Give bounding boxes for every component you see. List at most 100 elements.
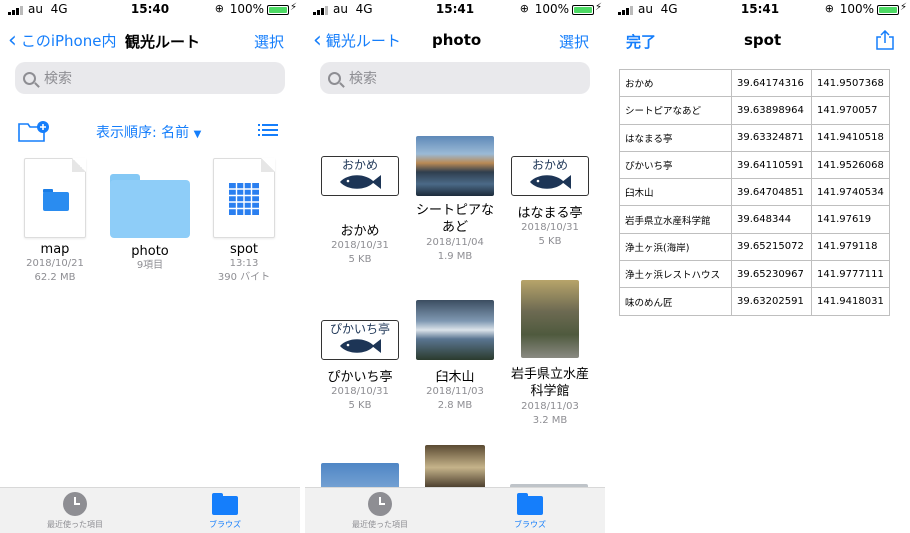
share-icon[interactable] [876,30,894,50]
tab-browse[interactable]: ブラウズ [175,492,275,530]
file-size: 390 バイト [217,272,271,283]
file-item-map[interactable]: map 2018/10/21 62.2 MB [5,158,105,285]
file-name: シートピアな あど [415,203,494,235]
latitude-cell: 39.63324871 [731,123,812,152]
tab-label: ブラウズ [514,520,546,529]
chevron-left-icon: ‹ [313,27,322,53]
longitude-cell: 141.979118 [811,232,890,262]
fish-card-thumbnail: おかめ [321,156,399,196]
search-icon [328,71,341,85]
latitude-cell: 39.65230967 [731,260,812,289]
folder-icon [110,174,190,238]
tab-recents[interactable]: 最近使った項目 [330,492,430,530]
status-bar: au 4G 15:40 ⊕ 100% ⚡ [0,0,300,20]
select-button[interactable]: 選択 [254,31,284,52]
file-date: 13:13 [229,258,259,269]
spot-preview-panel: au 4G 15:41 ⊕ 100% ⚡ 完了 spot おかめ 39.64174… [610,0,910,533]
fish-card-thumbnail: ぴかいち亭 [321,320,399,360]
tab-recents[interactable]: 最近使った項目 [25,492,125,530]
search-input[interactable]: 検索 [320,62,590,94]
new-folder-icon[interactable] [18,120,50,142]
file-item-suisan-kagakukan[interactable]: 岩手県立水産 科学館 2018/11/03 3.2 MB [500,280,600,428]
spot-name-cell: はなまる亭 [619,123,732,152]
rotation-lock-icon: ⊕ [519,2,529,15]
battery-percent: 100% [229,2,264,16]
item-count: 9項目 [136,260,164,271]
file-size: 1.9 MB [437,251,473,262]
battery-icon [877,5,899,15]
file-name: map [40,242,70,257]
file-item-spot[interactable]: spot 13:13 390 バイト [194,158,294,285]
longitude-cell: 141.9410518 [811,123,890,152]
spot-name-cell: おかめ [619,68,732,98]
file-size: 2.8 MB [437,400,473,411]
latitude-cell: 39.63898964 [731,96,812,125]
spreadsheet-icon [229,183,259,215]
file-name: おかめ [340,224,380,239]
tab-label: ブラウズ [209,520,241,529]
longitude-cell: 141.9507368 [811,68,890,98]
document-thumbnail [24,158,86,238]
file-date: 2018/10/31 [331,240,389,251]
nav-bar: 完了 spot [610,26,910,56]
file-date: 2018/11/03 [426,386,484,397]
table-row: ぴかいち亭 39.64110591 141.9526068 [619,150,890,180]
select-button[interactable]: 選択 [559,31,589,52]
table-row: 岩手県立水産科学館 39.648344 141.97619 [619,205,890,234]
tab-label: 最近使った項目 [47,520,103,529]
search-icon [23,71,36,85]
back-label: 観光ルート [325,32,401,50]
file-date: 2018/10/21 [26,258,84,269]
file-item-seatopia[interactable]: シートピアな あど 2018/11/04 1.9 MB [405,136,505,264]
toolbar: 表示順序: 名前 ▼ [0,118,300,142]
longitude-cell: 141.9418031 [811,287,890,316]
search-placeholder: 検索 [44,71,72,87]
battery-percent: 100% [839,2,874,16]
table-row: 臼木山 39.64704851 141.9740534 [619,178,890,207]
file-size: 5 KB [348,400,372,411]
charging-icon: ⚡ [594,2,602,13]
folder-icon [212,493,238,515]
rotation-lock-icon: ⊕ [214,2,224,15]
battery-icon [267,5,289,15]
table-row: 味のめん匠 39.63202591 141.9418031 [619,287,890,316]
file-name: ぴかいち亭 [327,370,393,385]
fish-icon [340,175,381,189]
tab-label: 最近使った項目 [352,520,408,529]
file-item-usukiyama[interactable]: 臼木山 2018/11/03 2.8 MB [405,300,505,413]
chevron-left-icon: ‹ [8,27,17,53]
back-label: このiPhone内 [20,32,117,50]
table-row: おかめ 39.64174316 141.9507368 [619,68,890,98]
longitude-cell: 141.9777111 [811,260,890,289]
latitude-cell: 39.64174316 [731,68,812,98]
back-button[interactable]: ‹ このiPhone内 [8,27,117,53]
tab-browse[interactable]: ブラウズ [480,492,580,530]
sort-order-button[interactable]: 表示順序: 名前 ▼ [96,122,201,142]
photo-thumbnail[interactable] [425,445,485,490]
file-name: 岩手県立水産 科学館 [510,367,589,399]
file-name: photo [131,244,169,259]
clock-icon [63,492,87,516]
file-item-okame[interactable]: おかめ おかめ 2018/10/31 5 KB [310,136,410,267]
file-item-hanamarutei[interactable]: おかめ はなまる亭 2018/10/31 5 KB [500,136,600,249]
table-row: 浄土ヶ浜レストハウス 39.65230967 141.9777111 [619,260,890,289]
back-button[interactable]: ‹ 観光ルート [313,27,401,53]
folder-item-photo[interactable]: photo 9項目 [100,166,200,273]
latitude-cell: 39.63202591 [731,287,812,316]
latitude-cell: 39.65215072 [731,232,812,262]
charging-icon: ⚡ [899,2,907,13]
latitude-cell: 39.64704851 [731,178,812,207]
charging-icon: ⚡ [289,2,297,13]
search-input[interactable]: 検索 [15,62,285,94]
done-button[interactable]: 完了 [626,31,656,52]
spot-table: おかめ 39.64174316 141.9507368 シートピアなあど 39.6389… [619,68,890,316]
files-browser-panel: au 4G 15:40 ⊕ 100% ⚡ ‹ このiPhone内 観光ルート 選… [0,0,300,533]
spot-name-cell: 岩手県立水産科学館 [619,205,732,234]
file-item-pikaichitei[interactable]: ぴかいち亭 ぴかいち亭 2018/10/31 5 KB [310,300,410,413]
latitude-cell: 39.64110591 [731,150,812,180]
spot-name-cell: 浄土ヶ浜(海岸) [619,232,732,262]
page-title: spot [744,31,782,49]
photo-thumbnail [416,300,494,360]
list-view-icon[interactable] [258,124,278,139]
file-date: 2018/10/31 [331,386,389,397]
